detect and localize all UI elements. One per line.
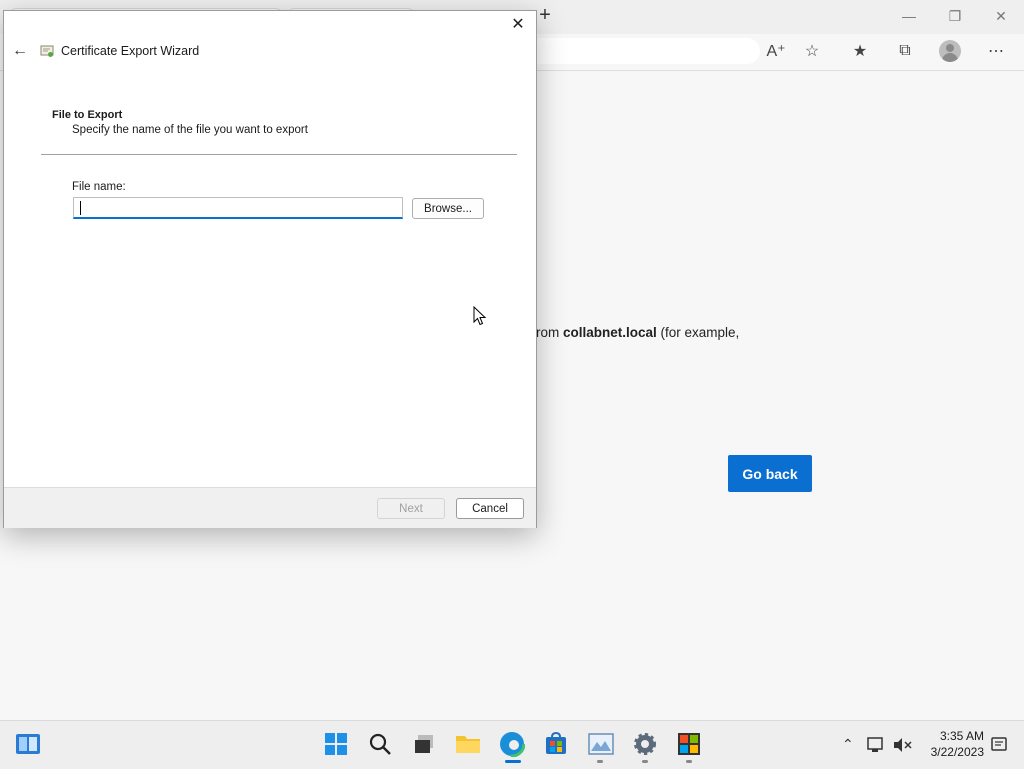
microsoft-store-icon[interactable] [542, 730, 570, 758]
edge-browser-icon[interactable] [498, 730, 526, 758]
notification-icon[interactable] [990, 736, 1008, 757]
clock-time: 3:35 AM [939, 729, 984, 743]
section-subtitle: Specify the name of the file you want to… [72, 124, 308, 136]
browse-button[interactable]: Browse... [412, 198, 484, 219]
close-icon[interactable]: ✕ [508, 15, 528, 35]
more-options-icon[interactable]: ⋯ [984, 40, 1008, 62]
add-favorite-icon[interactable]: ☆ [800, 40, 824, 62]
certificate-icon [40, 45, 54, 57]
section-title: File to Export [52, 109, 123, 121]
page-message: rom collabnet.local (for example, [536, 325, 739, 340]
window-close-button[interactable]: ✕ [986, 6, 1016, 26]
profile-avatar[interactable] [939, 40, 961, 62]
clock-date: 3/22/2023 [930, 745, 984, 759]
volume-muted-icon[interactable] [892, 736, 912, 757]
minimize-button[interactable]: — [894, 6, 924, 26]
read-aloud-icon[interactable]: A⁺ [764, 40, 788, 62]
favorites-icon[interactable]: ★ [848, 40, 872, 62]
page-message-pre: rom [536, 325, 563, 340]
system-clock[interactable]: 3:35 AM 3/22/2023 [920, 728, 984, 760]
text-caret [80, 201, 81, 215]
windows-app-running-indicator [686, 760, 692, 763]
page-message-post: (for example, [656, 325, 740, 340]
image-viewer-icon[interactable] [587, 730, 615, 758]
back-arrow-icon[interactable]: ← [10, 41, 30, 61]
divider [41, 154, 517, 155]
search-icon[interactable] [366, 730, 394, 758]
edge-running-indicator [505, 760, 521, 763]
restore-button[interactable]: ❐ [940, 6, 970, 26]
dialog-title: Certificate Export Wizard [61, 44, 200, 58]
chevron-up-icon[interactable]: ⌃ [842, 736, 854, 753]
address-bar[interactable] [520, 38, 760, 64]
file-name-label: File name: [72, 181, 126, 193]
next-button[interactable]: Next [377, 498, 445, 519]
dialog-footer: Next Cancel [4, 487, 536, 528]
collections-icon[interactable]: ⧉ [893, 40, 917, 62]
settings-running-indicator [642, 760, 648, 763]
cancel-button[interactable]: Cancel [456, 498, 524, 519]
windows-app-icon[interactable] [675, 730, 703, 758]
mouse-pointer-icon [473, 306, 487, 326]
page-message-domain: collabnet.local [563, 325, 657, 340]
certificate-export-wizard-dialog: ✕ ← Certificate Export Wizard File to Ex… [3, 10, 537, 528]
widgets-icon[interactable] [14, 730, 42, 758]
go-back-button[interactable]: Go back [728, 455, 812, 492]
task-view-icon[interactable] [410, 730, 438, 758]
new-tab-button[interactable]: + [534, 4, 556, 26]
file-explorer-icon[interactable] [454, 730, 482, 758]
network-icon[interactable] [866, 736, 886, 757]
settings-gear-icon[interactable] [631, 730, 659, 758]
start-icon[interactable] [322, 730, 350, 758]
file-name-input[interactable] [73, 197, 403, 219]
image-viewer-running-indicator [597, 760, 603, 763]
